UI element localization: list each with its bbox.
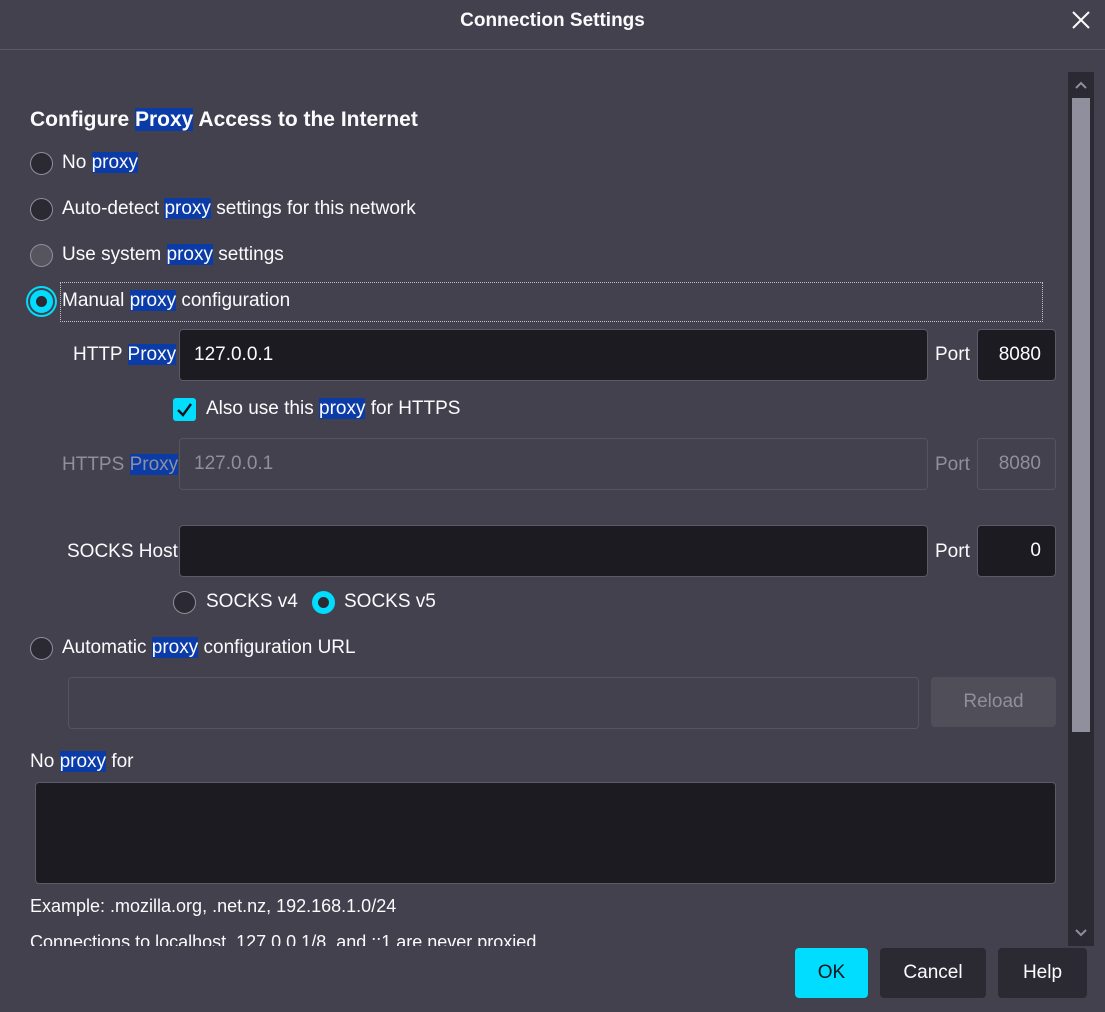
http-port-label: Port [935,344,970,365]
https-proxy-input[interactable]: 127.0.0.1 [179,438,928,490]
radio-no-proxy[interactable] [30,152,53,175]
label-auto-detect[interactable]: Auto-detect proxy settings for this netw… [62,198,416,220]
label-manual-proxy[interactable]: Manual proxy configuration [62,290,290,312]
reload-button[interactable]: Reload [931,677,1056,727]
section-heading: Configure Proxy Access to the Internet [30,108,418,131]
label-no-proxy[interactable]: No proxy [62,152,139,174]
socks-v5-label[interactable]: SOCKS v5 [344,591,436,613]
scroll-down-icon[interactable] [1068,920,1094,946]
radio-auto-proxy-url[interactable] [30,637,53,660]
socks-port-input[interactable]: 0 [977,525,1056,577]
help-button[interactable]: Help [998,948,1087,998]
close-icon[interactable] [1069,8,1093,32]
cancel-button[interactable]: Cancel [880,948,986,998]
scrollbar-thumb[interactable] [1072,98,1090,732]
http-port-input[interactable]: 8080 [977,329,1056,381]
socks-host-input[interactable] [179,525,928,577]
http-proxy-input[interactable]: 127.0.0.1 [179,329,928,381]
label-auto-proxy-url[interactable]: Automatic proxy configuration URL [62,637,356,659]
label-system-proxy[interactable]: Use system proxy settings [62,244,284,266]
http-proxy-label: HTTP Proxy [73,344,177,365]
radio-socks-v4[interactable] [173,591,196,614]
dialog-content: Configure Proxy Access to the Internet N… [0,70,1068,946]
scroll-up-icon[interactable] [1068,72,1094,98]
socks-port-label: Port [935,541,970,562]
localhost-note: Connections to localhost, 127.0.0.1/8, a… [30,932,542,946]
checkmark-icon [177,403,192,417]
socks-host-label: SOCKS Host [67,541,178,562]
https-port-input[interactable]: 8080 [977,438,1056,490]
also-https-checkbox[interactable] [173,398,196,421]
scrollbar[interactable] [1068,72,1094,946]
title-bar: Connection Settings [0,0,1105,50]
radio-socks-v5[interactable] [312,591,335,614]
no-proxy-for-textarea[interactable] [35,782,1056,884]
also-https-label[interactable]: Also use this proxy for HTTPS [206,398,460,420]
no-proxy-for-label: No proxy for [30,751,134,772]
https-proxy-label: HTTPS Proxy [62,454,179,475]
https-port-label: Port [935,454,970,475]
radio-auto-detect[interactable] [30,198,53,221]
radio-system-proxy[interactable] [30,244,53,267]
socks-v4-label[interactable]: SOCKS v4 [206,591,298,613]
auto-proxy-url-input[interactable] [68,677,919,729]
window-title: Connection Settings [460,10,645,31]
ok-button[interactable]: OK [795,948,868,998]
example-text: Example: .mozilla.org, .net.nz, 192.168.… [30,896,397,916]
radio-manual-proxy[interactable] [30,290,53,313]
